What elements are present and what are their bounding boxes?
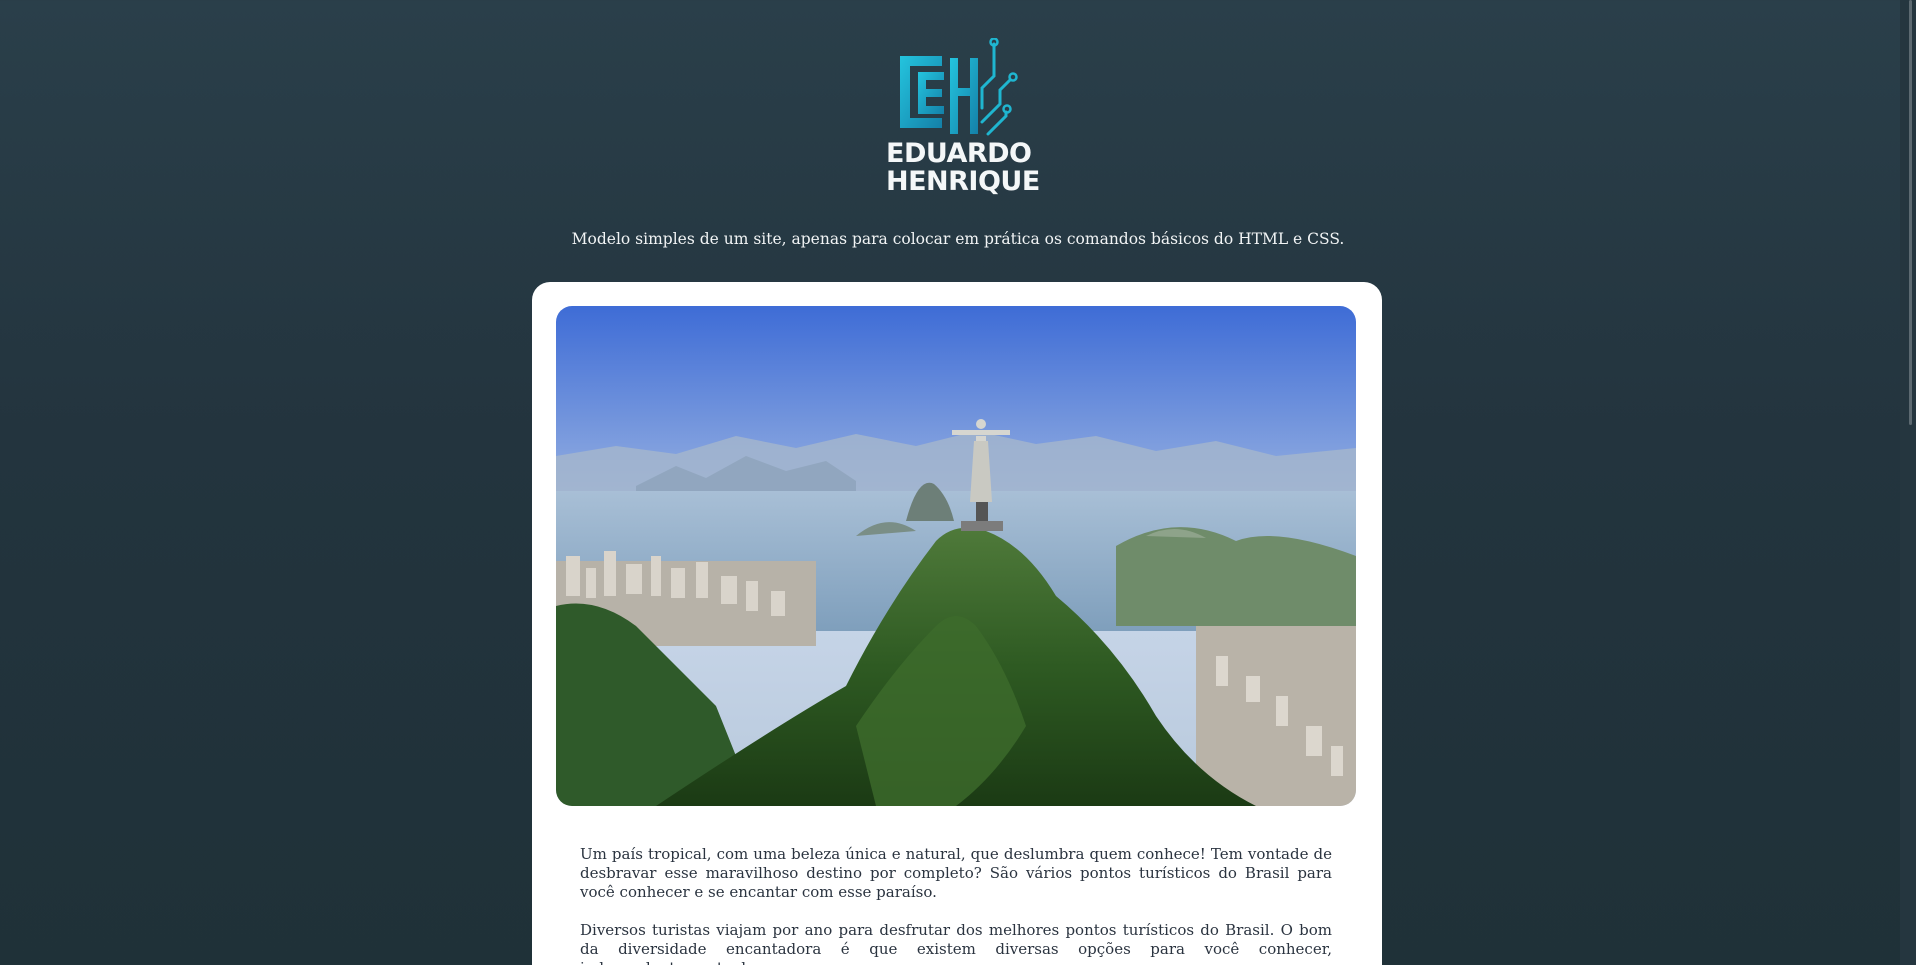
site-tagline: Modelo simples de um site, apenas para c… (571, 230, 1345, 248)
logo-wordmark: EDUARDO HENRIQUE (886, 138, 1040, 197)
logo-name-line2: HENRIQUE (886, 166, 1040, 197)
article-text: Um país tropical, com uma beleza única e… (580, 845, 1332, 965)
scrollbar-thumb[interactable] (1909, 0, 1912, 425)
content-card: Um país tropical, com uma beleza única e… (532, 282, 1382, 965)
paragraph: Um país tropical, com uma beleza única e… (580, 845, 1332, 901)
christ-the-redeemer-photo-icon (556, 306, 1356, 806)
page-scrollbar[interactable] (1900, 0, 1916, 965)
circuit-monogram-logo-icon (900, 38, 1018, 136)
page: EDUARDO HENRIQUE Modelo simples de um si… (0, 0, 1900, 965)
paragraph: Diversos turistas viajam por ano para de… (580, 921, 1332, 965)
logo-name-line1: EDUARDO (886, 138, 1032, 169)
site-logo[interactable]: EDUARDO HENRIQUE (886, 38, 1040, 198)
hero-image (556, 306, 1356, 806)
